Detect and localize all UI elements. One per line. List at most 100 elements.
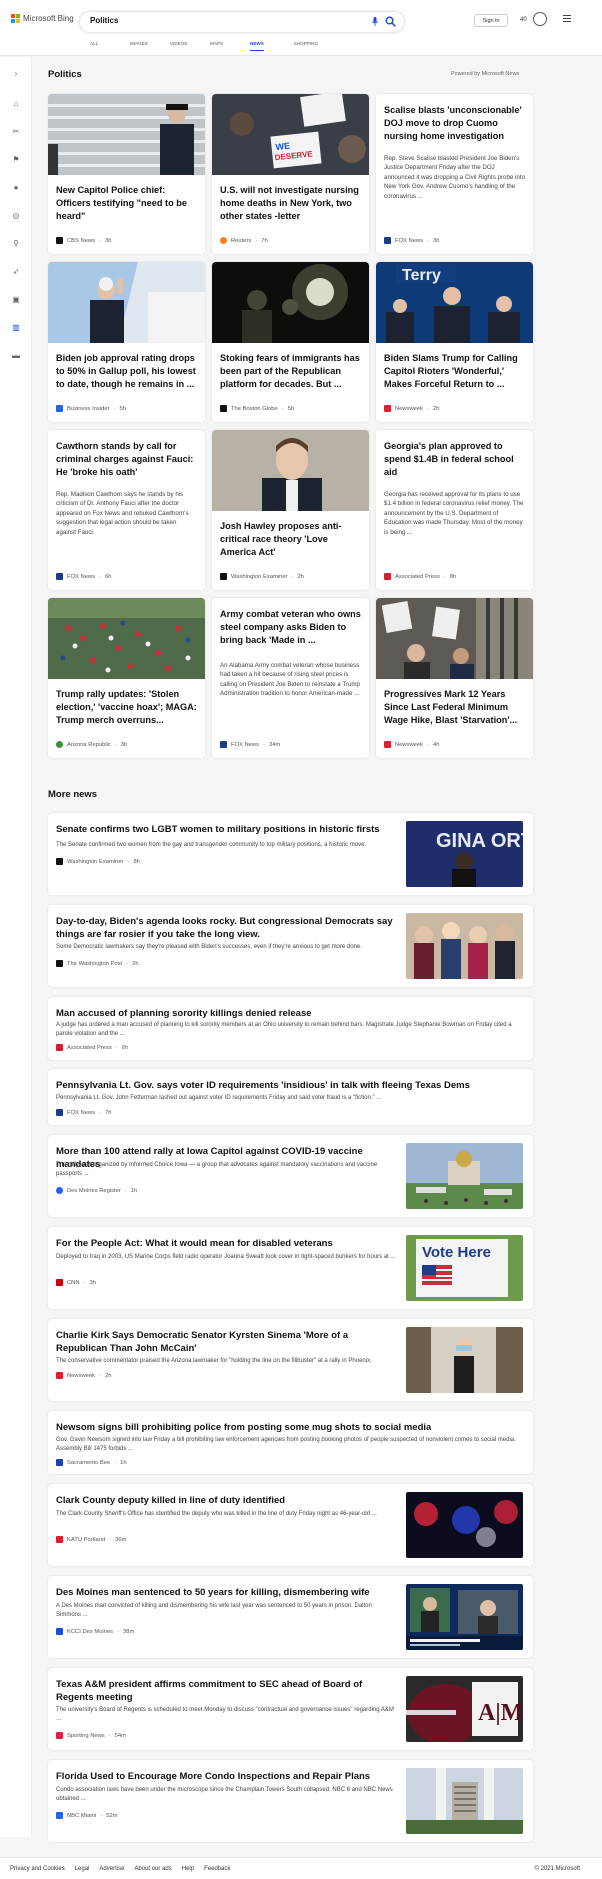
source-time: 4h [432, 741, 440, 748]
card-title[interactable]: Trump rally updates: 'Stolen election,' … [56, 688, 198, 727]
news-card[interactable]: Cawthorn stands by call for criminal cha… [48, 430, 205, 590]
microscope-icon[interactable]: ⚲ [11, 239, 21, 249]
news-list-item[interactable]: Texas A&M president affirms commitment t… [48, 1668, 533, 1750]
map-pin-icon[interactable]: ● [11, 183, 21, 193]
bank-icon[interactable]: ▥ [11, 323, 21, 333]
news-title[interactable]: Man accused of planning sorority killing… [56, 1007, 526, 1020]
card-summary: Georgia has received approval for its pl… [384, 491, 524, 536]
news-summary: Pennsylvania Lt. Gov. John Fetterman las… [56, 1095, 382, 1101]
card-title[interactable]: Biden Slams Trump for Calling Capitol Ri… [384, 352, 526, 391]
search-icon[interactable] [385, 16, 396, 27]
news-list-item[interactable]: Des Moines man sentenced to 50 years for… [48, 1576, 533, 1658]
home-icon[interactable]: ⌂ [11, 99, 21, 109]
news-title[interactable]: Des Moines man sentenced to 50 years for… [56, 1586, 396, 1599]
card-title[interactable]: New Capitol Police chief: Officers testi… [56, 184, 198, 223]
source-separator: · [427, 237, 429, 244]
news-list-item[interactable]: For the People Act: What it would mean f… [48, 1227, 533, 1309]
news-title[interactable]: Charlie Kirk Says Democratic Senator Kyr… [56, 1329, 396, 1355]
card-source: The Boston Globe · 5h [220, 405, 294, 412]
news-list-item[interactable]: Man accused of planning sorority killing… [48, 997, 533, 1060]
fox-news-logo-icon [384, 237, 391, 244]
card-icon[interactable]: ▬ [11, 351, 21, 361]
news-source: KATU Portland · 36m [56, 1536, 126, 1543]
tools-icon[interactable]: ✂ [11, 127, 21, 137]
news-list-item[interactable]: Florida Used to Encourage More Condo Ins… [48, 1760, 533, 1842]
card-title[interactable]: Scalise blasts 'unconscionable' DOJ move… [384, 104, 526, 143]
news-title[interactable]: Pennsylvania Lt. Gov. says voter ID requ… [56, 1079, 526, 1092]
bing-logo[interactable]: Microsoft Bing [11, 14, 74, 23]
news-card[interactable]: Scalise blasts 'unconscionable' DOJ move… [376, 94, 533, 254]
news-card[interactable]: WE DESERVE U.S. will not investigate nur… [212, 94, 369, 254]
news-card[interactable]: Progressives Mark 12 Years Since Last Fe… [376, 598, 533, 758]
news-summary: The university's Board of Regents is sch… [56, 1707, 394, 1722]
source-separator: · [99, 573, 101, 580]
source-name: Des Moines Register [67, 1187, 121, 1194]
news-title[interactable]: Clark County deputy killed in line of du… [56, 1494, 396, 1507]
footer-link-help[interactable]: Help [182, 1866, 194, 1872]
source-separator: · [127, 858, 130, 865]
card-title[interactable]: Progressives Mark 12 Years Since Last Fe… [384, 688, 526, 727]
footer-link-about-ads[interactable]: About our ads [134, 1866, 171, 1872]
news-thumbnail [406, 1584, 523, 1650]
tab-all[interactable]: ALL [90, 41, 130, 51]
card-title[interactable]: Stoking fears of immigrants has been par… [220, 352, 362, 391]
tab-shopping[interactable]: SHOPPING [294, 41, 334, 51]
news-card[interactable]: Trump rally updates: 'Stolen election,' … [48, 598, 205, 758]
news-list-item[interactable]: Charlie Kirk Says Democratic Senator Kyr… [48, 1319, 533, 1401]
source-separator: · [427, 741, 429, 748]
tab-videos[interactable]: VIDEOS [170, 41, 210, 51]
hamburger-menu-icon[interactable] [563, 15, 571, 24]
card-source: FOX News · 3h [384, 237, 439, 244]
source-time: 54m [114, 1732, 126, 1739]
film-icon[interactable]: ▣ [11, 295, 21, 305]
rewards-trophy-icon[interactable] [533, 12, 547, 26]
news-card[interactable]: Biden job approval rating drops to 50% i… [48, 262, 205, 422]
news-title[interactable]: Newsom signs bill prohibiting police fro… [56, 1421, 526, 1434]
news-list-item[interactable]: Clark County deputy killed in line of du… [48, 1484, 533, 1566]
card-title[interactable]: U.S. will not investigate nursing home d… [220, 184, 362, 223]
news-list-item[interactable]: More than 100 attend rally at Iowa Capit… [48, 1135, 533, 1217]
news-list-item[interactable]: Senate confirms two LGBT women to milita… [48, 813, 533, 895]
news-title[interactable]: Day-to-day, Biden's agenda looks rocky. … [56, 915, 396, 941]
globe-icon[interactable]: ◎ [11, 211, 21, 221]
microphone-icon[interactable] [372, 17, 378, 26]
news-card[interactable]: Josh Hawley proposes anti-critical race … [212, 430, 369, 590]
source-name: KCCI Des Moines [67, 1628, 114, 1635]
chevron-right-icon[interactable]: › [11, 69, 21, 79]
card-image [376, 598, 533, 679]
flag-icon[interactable]: ⚑ [11, 155, 21, 165]
footer-link-advertise[interactable]: Advertise [99, 1866, 124, 1872]
news-card[interactable]: Georgia's plan approved to spend $1.4B i… [376, 430, 533, 590]
tab-maps[interactable]: MAPS [210, 41, 250, 51]
card-title[interactable]: Georgia's plan approved to spend $1.4B i… [384, 440, 526, 479]
svg-text:WE: WE [275, 141, 290, 152]
news-card[interactable]: New Capitol Police chief: Officers testi… [48, 94, 205, 254]
news-list-item[interactable]: Day-to-day, Biden's agenda looks rocky. … [48, 905, 533, 987]
tab-images[interactable]: IMAGES [130, 41, 170, 51]
news-title[interactable]: For the People Act: What it would mean f… [56, 1237, 396, 1250]
news-title[interactable]: Senate confirms two LGBT women to milita… [56, 823, 396, 836]
footer-link-privacy[interactable]: Privacy and Cookies [10, 1866, 65, 1872]
search-tabs: ALL IMAGES VIDEOS MAPS NEWS SHOPPING [90, 41, 334, 51]
news-card[interactable]: Stoking fears of immigrants has been par… [212, 262, 369, 422]
news-list-item[interactable]: Pennsylvania Lt. Gov. says voter ID requ… [48, 1069, 533, 1125]
card-title[interactable]: Army combat veteran who owns steel compa… [220, 608, 362, 647]
sign-in-button[interactable]: Sign in [474, 14, 508, 27]
news-list-item[interactable]: Newsom signs bill prohibiting police fro… [48, 1411, 533, 1474]
tab-news[interactable]: NEWS [250, 41, 264, 51]
search-input[interactable]: Politics [90, 16, 118, 25]
card-image: Terry [376, 262, 533, 343]
rocket-icon[interactable]: ➶ [11, 267, 21, 277]
news-card[interactable]: Terry Biden Slams Trump for Calling Capi… [376, 262, 533, 422]
card-title[interactable]: Josh Hawley proposes anti-critical race … [220, 520, 362, 559]
rewards-points[interactable]: 40 [520, 17, 527, 23]
footer-link-feedback[interactable]: Feedback [204, 1866, 230, 1872]
news-title[interactable]: Florida Used to Encourage More Condo Ins… [56, 1770, 396, 1783]
card-title[interactable]: Biden job approval rating drops to 50% i… [56, 352, 198, 391]
footer-link-legal[interactable]: Legal [75, 1866, 90, 1872]
news-card[interactable]: Army combat veteran who owns steel compa… [212, 598, 369, 758]
news-title[interactable]: Texas A&M president affirms commitment t… [56, 1678, 396, 1704]
news-summary: The Senate confirmed two women from the … [56, 842, 367, 848]
card-title[interactable]: Cawthorn stands by call for criminal cha… [56, 440, 198, 479]
search-box[interactable]: Politics [80, 12, 404, 32]
